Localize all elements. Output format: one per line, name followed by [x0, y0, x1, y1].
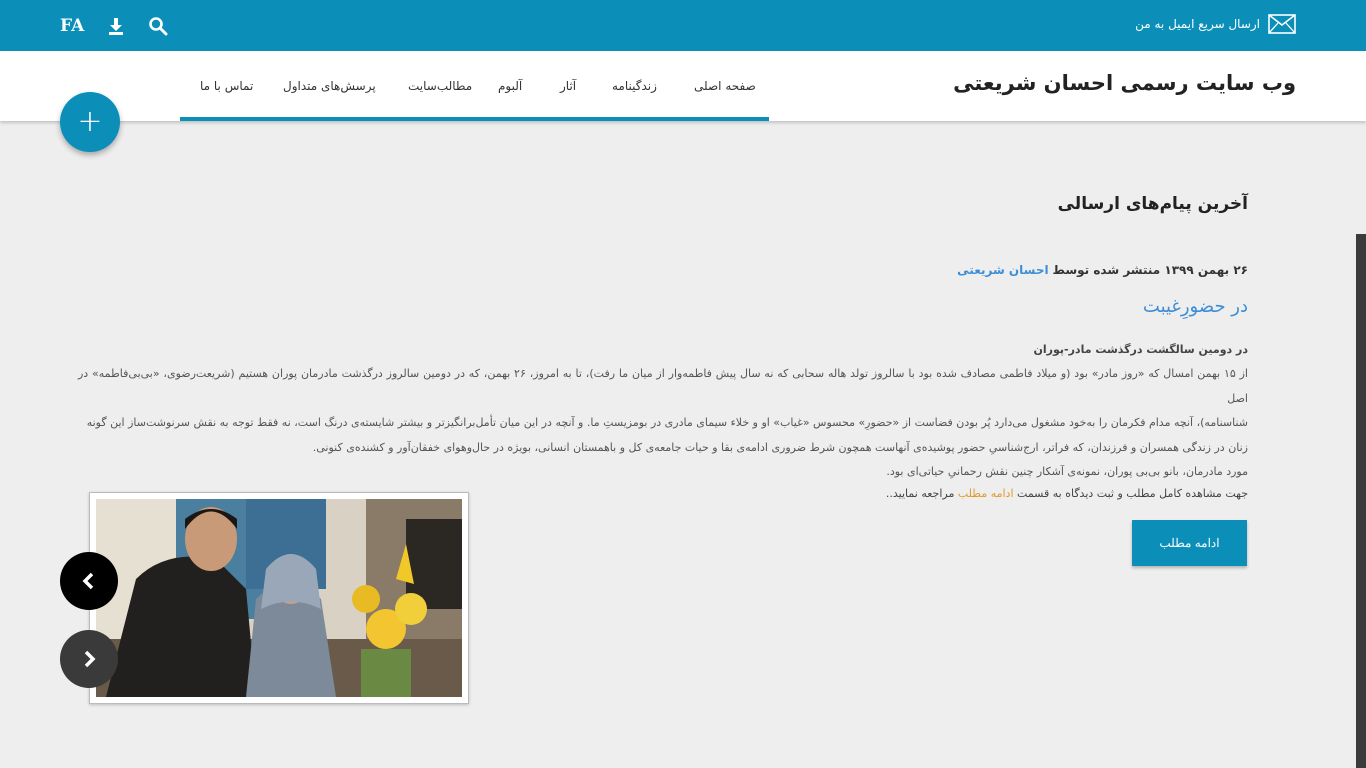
plus-icon: + — [77, 104, 103, 139]
top-tools: FA — [60, 0, 168, 51]
nav-item-home[interactable]: صفحه اصلی — [694, 79, 756, 93]
download-icon[interactable] — [106, 16, 126, 36]
main-nav: صفحه اصلی زندگینامه آثار آلبوم مطالب‌سای… — [180, 51, 769, 121]
mail-icon — [1268, 14, 1296, 34]
carousel-next-button[interactable] — [60, 630, 118, 688]
photo-image — [96, 499, 462, 697]
readmore-prefix: جهت مشاهده کامل مطلب و ثبت دیدگاه به قسم… — [1017, 487, 1248, 500]
nav-item-contact[interactable]: تماس با ما — [200, 79, 253, 93]
readmore-suffix: مراجعه نمایید.. — [885, 487, 955, 500]
excerpt-line: زنان در زندگی همسران و فرزندان، که فراتر… — [312, 440, 1248, 454]
chevron-left-icon — [82, 572, 94, 590]
nav-item-faq[interactable]: پرسش‌های متداول — [283, 79, 376, 93]
language-toggle[interactable]: FA — [60, 16, 84, 36]
quick-email-label: ارسال سریع ایمیل به من — [1135, 17, 1260, 31]
readmore-note: جهت مشاهده کامل مطلب و ثبت دیدگاه به قسم… — [886, 487, 1248, 500]
site-title[interactable]: وب سایت رسمی احسان شریعتی — [953, 71, 1296, 95]
post-author-link[interactable]: احسان شریعتی — [957, 263, 1048, 277]
excerpt-line: شناسنامه)، آنچه مدام فکرمان را به‌خود مش… — [86, 416, 1248, 429]
scrollbar[interactable] — [1356, 234, 1366, 768]
quick-email-link[interactable]: ارسال سریع ایمیل به من — [1135, 14, 1296, 34]
search-icon[interactable] — [148, 16, 168, 36]
readmore-button[interactable]: ادامه مطلب — [1132, 520, 1247, 566]
nav-item-biography[interactable]: زندگینامه — [612, 79, 657, 93]
post-title[interactable]: در حضورِغیبت — [1143, 296, 1248, 317]
post-meta: ۲۶ بهمن ۱۳۹۹ منتشر شده توسط احسان شریعتی — [957, 263, 1248, 277]
readmore-inline-link[interactable]: ادامه مطلب — [958, 487, 1014, 500]
section-title: آخرین پیام‌های ارسالی — [1057, 194, 1248, 214]
post-photo[interactable] — [89, 492, 469, 704]
nav-item-site-posts[interactable]: مطالب‌سایت — [408, 79, 472, 93]
chevron-right-icon — [84, 650, 96, 668]
excerpt-line: مورد مادرمان، بانو بی‌بی پوران، نمونه‌ی … — [886, 465, 1248, 478]
nav-item-works[interactable]: آثار — [560, 79, 576, 93]
post-subtitle: در دومین سالگشت درگذشت مادر-پوران — [1033, 343, 1248, 356]
add-button[interactable]: + — [60, 92, 120, 152]
nav-item-album[interactable]: آلبوم — [498, 79, 522, 93]
carousel-prev-button[interactable] — [60, 552, 118, 610]
site-header: وب سایت رسمی احسان شریعتی صفحه اصلی زندگ… — [0, 51, 1366, 121]
post-excerpt: از ۱۵ بهمن امسال که «روز مادر» بود (و می… — [78, 362, 1248, 485]
excerpt-line: از ۱۵ بهمن امسال که «روز مادر» بود (و می… — [78, 367, 1248, 405]
top-bar: FA ارسال سریع ایمیل به من — [0, 0, 1366, 51]
post-date: ۲۶ بهمن ۱۳۹۹ منتشر شده توسط — [1052, 263, 1248, 277]
